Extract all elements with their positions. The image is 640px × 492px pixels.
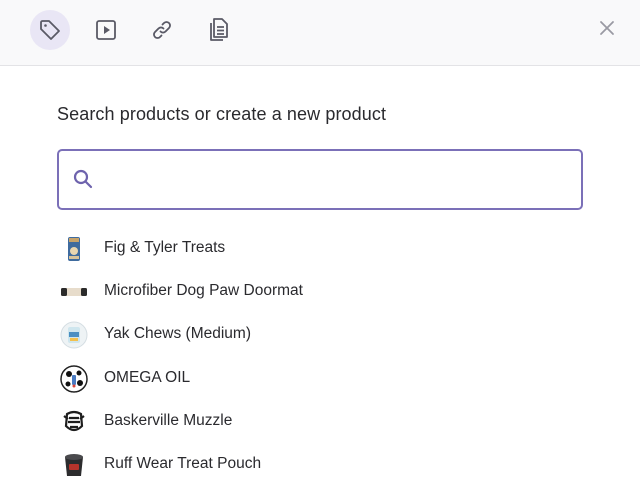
product-name: OMEGA OIL	[104, 368, 191, 386]
product-name: Yak Chews (Medium)	[104, 325, 252, 343]
tag-icon	[38, 18, 62, 42]
search-prompt: Search products or create a new product	[57, 104, 387, 124]
list-item[interactable]: Baskerville Muzzle	[0, 400, 640, 443]
link-tool-button[interactable]	[142, 10, 182, 50]
product-picker-panel: Search products or create a new product …	[0, 0, 640, 492]
omega-oil-thumbnail	[60, 364, 88, 393]
list-item[interactable]: Yak Chews (Medium)	[0, 313, 640, 356]
treat-pouch-thumbnail	[60, 451, 88, 479]
list-item[interactable]: Fig & Tyler Treats	[0, 227, 640, 270]
document-tool-button[interactable]	[198, 10, 238, 50]
link-icon	[150, 18, 174, 42]
product-results-list: Fig & Tyler Treats Microfiber Dog Paw Do…	[0, 227, 640, 486]
doormat-thumbnail	[60, 278, 88, 306]
close-button[interactable]	[592, 15, 622, 45]
yak-chews-thumbnail	[60, 321, 88, 349]
search-field[interactable]	[57, 149, 583, 210]
document-icon	[206, 17, 230, 43]
muzzle-thumbnail	[60, 408, 88, 436]
close-icon	[599, 20, 615, 41]
product-name: Ruff Wear Treat Pouch	[104, 454, 262, 472]
video-tool-button[interactable]	[86, 10, 126, 50]
list-item[interactable]: Microfiber Dog Paw Doormat	[0, 270, 640, 313]
product-name: Baskerville Muzzle	[104, 411, 233, 429]
search-input[interactable]	[107, 159, 571, 201]
tag-tool-button[interactable]	[30, 10, 70, 50]
play-video-icon	[94, 18, 118, 42]
list-item[interactable]: Ruff Wear Treat Pouch	[0, 443, 640, 486]
treat-bag-thumbnail	[60, 235, 88, 263]
product-name: Microfiber Dog Paw Doormat	[104, 282, 303, 300]
list-item[interactable]: OMEGA OIL	[0, 357, 640, 400]
search-icon	[72, 168, 94, 195]
toolbar	[0, 0, 640, 66]
product-name: Fig & Tyler Treats	[104, 239, 226, 256]
